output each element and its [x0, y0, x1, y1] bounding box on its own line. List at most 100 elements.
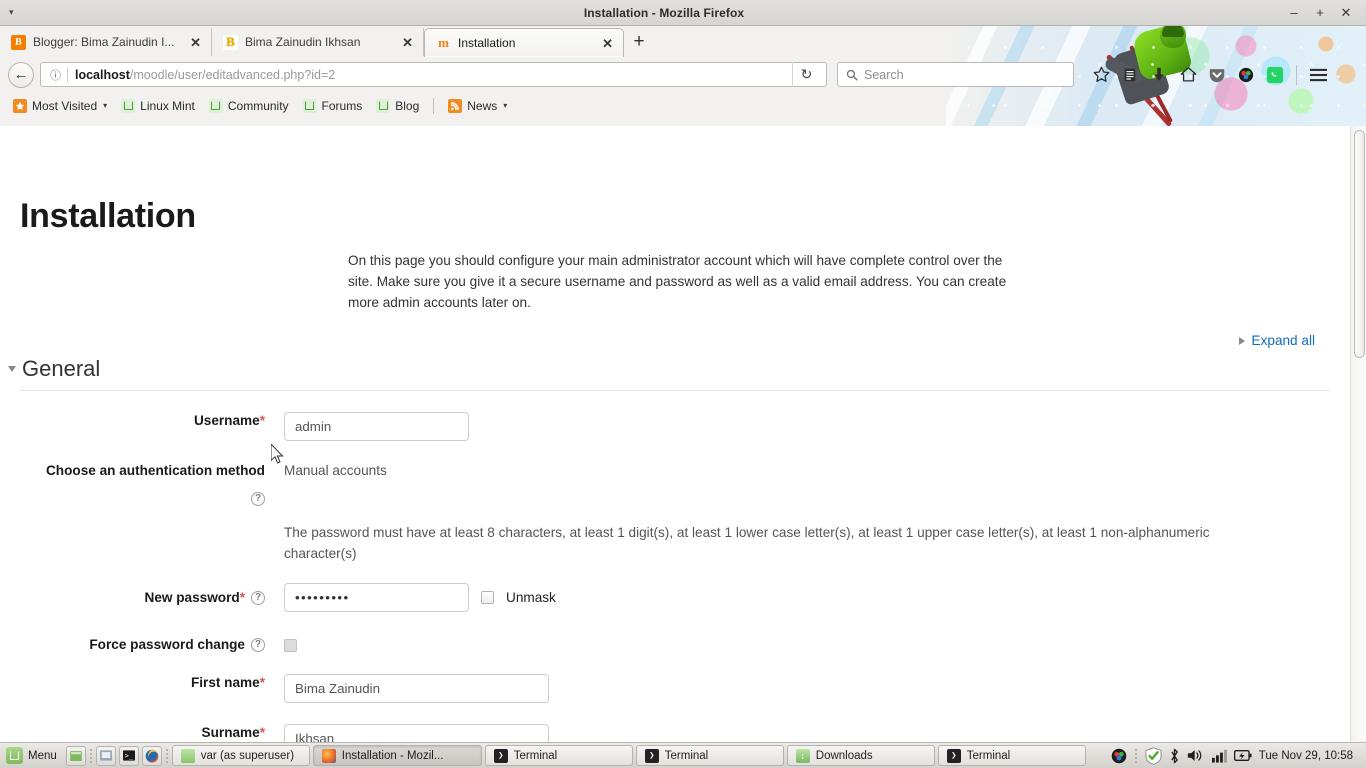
- minimize-button[interactable]: –: [1288, 6, 1300, 19]
- required-star: *: [259, 675, 265, 690]
- task-terminal-1[interactable]: ❯ Terminal: [484, 745, 633, 766]
- section-header-general[interactable]: General: [8, 356, 1330, 382]
- task-label: Installation - Mozil...: [341, 749, 444, 762]
- task-installation-firefox[interactable]: Installation - Mozil...: [312, 745, 482, 766]
- taskbar-grip-2[interactable]: [165, 748, 169, 764]
- window-titlebar: ▾ Installation - Mozilla Firefox – + ✕: [0, 0, 1366, 26]
- tab-blogger[interactable]: B Blogger: Bima Zainudin I... ✕: [0, 28, 212, 56]
- site-favicon-icon: B: [223, 34, 238, 50]
- volume-icon[interactable]: [1187, 748, 1205, 763]
- window-menu-caret[interactable]: ▾: [0, 8, 40, 17]
- start-menu-button[interactable]: Menu: [3, 747, 63, 764]
- quick-launch-bar: [65, 745, 86, 766]
- page-viewport: Installation On this page you should con…: [0, 126, 1366, 742]
- pocket-icon[interactable]: [1204, 62, 1230, 88]
- taskbar-grip[interactable]: [89, 748, 93, 764]
- svg-text:>_: >_: [124, 752, 133, 760]
- tray-grip[interactable]: [1134, 748, 1138, 764]
- site-identity-icon[interactable]: ⓘ: [47, 66, 64, 83]
- page-title: Installation: [20, 197, 196, 235]
- chevron-right-icon: [1238, 336, 1245, 345]
- desktop-taskbar: Menu >_ var (as superuser) Installation …: [0, 742, 1366, 768]
- tab-label: Blogger: Bima Zainudin I...: [33, 35, 175, 49]
- battery-icon[interactable]: [1233, 749, 1252, 762]
- moodle-install-page: Installation On this page you should con…: [0, 126, 1350, 742]
- home-icon[interactable]: [1175, 62, 1201, 88]
- tab-bima-zainudin-ikhsan[interactable]: B Bima Zainudin Ikhsan ✕: [212, 28, 424, 56]
- task-terminal-2[interactable]: ❯ Terminal: [635, 745, 784, 766]
- chevron-down-icon: ▾: [503, 101, 508, 110]
- first-name-input[interactable]: Bima Zainudin: [284, 674, 549, 703]
- required-star: *: [239, 589, 245, 605]
- chevron-down-icon: ▾: [9, 7, 14, 17]
- tab-close-icon[interactable]: ✕: [400, 36, 415, 49]
- new-password-input[interactable]: •••••••••: [284, 583, 469, 612]
- bookmark-linux-mint[interactable]: Linux Mint: [115, 97, 201, 115]
- network-signal-icon[interactable]: [1211, 749, 1227, 763]
- blogger-favicon-icon: B: [11, 34, 26, 50]
- tab-close-icon[interactable]: ✕: [188, 36, 203, 49]
- folder-icon: [180, 748, 195, 763]
- clock[interactable]: Tue Nov 29, 10:58: [1259, 750, 1357, 762]
- task-var-superuser[interactable]: var (as superuser): [171, 745, 310, 766]
- search-bar[interactable]: Search: [837, 62, 1074, 87]
- terminal-launcher[interactable]: >_: [118, 745, 139, 766]
- tab-close-icon[interactable]: ✕: [600, 37, 615, 50]
- unmask-checkbox[interactable]: [481, 591, 494, 604]
- colorpicker-icon[interactable]: [1233, 62, 1259, 88]
- show-desktop-button[interactable]: [65, 745, 86, 766]
- task-terminal-3[interactable]: ❯ Terminal: [937, 745, 1086, 766]
- section-title: General: [22, 356, 101, 381]
- mint-icon: [376, 98, 391, 113]
- hamburger-menu-icon[interactable]: [1305, 62, 1331, 88]
- bookmark-star-icon[interactable]: [1088, 62, 1114, 88]
- reload-button[interactable]: ↻: [792, 62, 820, 87]
- whatsapp-icon[interactable]: [1262, 62, 1288, 88]
- browser-chrome: B Blogger: Bima Zainudin I... ✕ B Bima Z…: [0, 26, 1366, 126]
- bluetooth-icon[interactable]: [1169, 748, 1180, 764]
- toolbar-divider: [1296, 64, 1297, 85]
- username-input[interactable]: admin: [284, 412, 469, 441]
- task-downloads[interactable]: ↓ Downloads: [786, 745, 935, 766]
- mint-icon: [302, 98, 317, 113]
- search-input[interactable]: Search: [864, 68, 904, 82]
- back-button[interactable]: ←: [8, 61, 34, 88]
- url-bar[interactable]: ⓘ localhost/moodle/user/editadvanced.php…: [40, 62, 827, 87]
- form-row-password-policy: The password must have at least 8 charac…: [0, 522, 1330, 564]
- help-icon[interactable]: ?: [251, 638, 265, 652]
- reading-list-icon[interactable]: [1117, 62, 1143, 88]
- colorpicker-tray-icon[interactable]: [1111, 748, 1127, 764]
- form-row-surname: Surname* Ikhsan: [0, 724, 1330, 742]
- downloads-icon[interactable]: [1146, 62, 1172, 88]
- update-shield-icon[interactable]: [1145, 746, 1162, 765]
- page-scrollbar[interactable]: [1350, 126, 1366, 742]
- new-tab-button[interactable]: +: [624, 28, 654, 56]
- help-icon[interactable]: ?: [251, 492, 265, 506]
- form-row-new-password: New password* ? ••••••••• Unmask: [0, 583, 1330, 612]
- tab-label: Installation: [458, 36, 516, 50]
- firefox-launcher[interactable]: [141, 745, 162, 766]
- help-icon[interactable]: ?: [251, 590, 265, 605]
- bookmark-community[interactable]: Community: [203, 97, 295, 115]
- label-text: Choose an authentication method: [45, 463, 265, 478]
- file-manager-launcher[interactable]: [95, 745, 116, 766]
- scrollbar-thumb[interactable]: [1354, 130, 1365, 358]
- expand-all-link[interactable]: Expand all: [1238, 333, 1315, 348]
- bookmark-most-visited[interactable]: Most Visited ▾: [7, 97, 113, 115]
- window-controls: – + ✕: [1288, 6, 1366, 19]
- force-password-change-checkbox[interactable]: [284, 638, 297, 652]
- bookmark-label: Blog: [395, 98, 420, 113]
- close-button[interactable]: ✕: [1340, 6, 1352, 19]
- terminal-icon: ❯: [946, 748, 961, 763]
- unmask-label[interactable]: Unmask: [506, 590, 556, 605]
- auth-method-label: Choose an authentication method ?: [0, 462, 265, 506]
- tab-installation[interactable]: m Installation ✕: [424, 28, 624, 57]
- bookmark-forums[interactable]: Forums: [297, 97, 369, 115]
- search-icon: [846, 69, 858, 81]
- maximize-button[interactable]: +: [1314, 6, 1326, 19]
- bookmark-blog[interactable]: Blog: [370, 97, 425, 115]
- bookmark-news[interactable]: News ▾: [442, 97, 513, 115]
- surname-input[interactable]: Ikhsan: [284, 724, 549, 742]
- force-password-change-label: Force password change ?: [0, 636, 265, 654]
- password-policy-spacer: [0, 522, 265, 564]
